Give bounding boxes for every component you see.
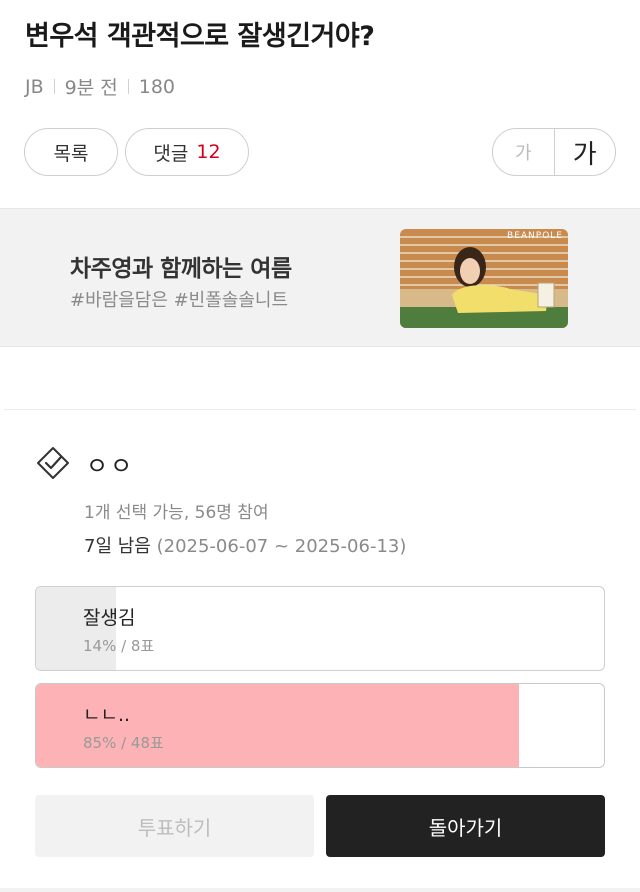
poll-option-stat: 14% / 8표 <box>83 637 155 655</box>
poll-date-range: (2025-06-07 ~ 2025-06-13) <box>156 536 407 557</box>
back-button[interactable]: 돌아가기 <box>326 795 605 857</box>
ad-photo <box>400 229 568 328</box>
post-meta: JB 9분 전 180 <box>25 73 175 100</box>
section-divider <box>4 409 636 410</box>
check-box-icon <box>35 445 71 481</box>
font-size-toggle: 가 가 <box>492 128 616 176</box>
comment-count: 12 <box>196 141 221 163</box>
poll-remaining: 7일 남음 <box>84 536 151 557</box>
font-size-large-label: 가 <box>572 139 597 170</box>
comment-button-label: 댓글 <box>153 142 189 165</box>
poll-option-label: ㄴㄴ.. <box>83 704 131 726</box>
list-button[interactable]: 목록 <box>24 128 118 176</box>
font-size-small-label: 가 <box>514 143 532 164</box>
ad-banner[interactable]: 차주영과 함께하는 여름 #바람을담은 #빈폴솔솔니트 BEANPOLE <box>0 208 640 347</box>
back-button-label: 돌아가기 <box>428 815 503 840</box>
vote-button[interactable]: 투표하기 <box>35 795 314 857</box>
post-author[interactable]: JB <box>25 76 44 98</box>
poll-option[interactable]: ㄴㄴ.. 85% / 48표 <box>35 683 605 768</box>
post-time: 9분 전 <box>64 77 118 99</box>
bottom-divider <box>0 888 640 892</box>
list-button-label: 목록 <box>53 142 89 165</box>
post-views: 180 <box>138 75 175 98</box>
post-title: 변우석 객관적으로 잘생긴거야? <box>25 21 375 52</box>
vote-button-label: 투표하기 <box>137 815 212 840</box>
comment-button[interactable]: 댓글 12 <box>125 128 249 176</box>
poll-period: 7일 남음 (2025-06-07 ~ 2025-06-13) <box>84 532 406 558</box>
poll-option[interactable]: 잘생김 14% / 8표 <box>35 586 605 671</box>
poll-option-stat: 85% / 48표 <box>83 734 164 752</box>
ad-tags: #바람을담은 #빈폴솔솔니트 <box>70 290 289 311</box>
font-size-small-button[interactable]: 가 <box>493 129 555 175</box>
ad-title: 차주영과 함께하는 여름 <box>70 256 292 282</box>
meta-divider <box>53 79 55 94</box>
poll-option-label: 잘생김 <box>83 607 136 629</box>
ad-image[interactable]: BEANPOLE <box>400 229 568 328</box>
font-size-large-button[interactable]: 가 <box>555 129 616 175</box>
ad-brand-label: BEANPOLE <box>507 231 563 241</box>
poll-info: 1개 선택 가능, 56명 참여 <box>84 503 269 523</box>
meta-divider <box>127 79 129 94</box>
poll-title: ㅇㅇ <box>86 452 135 480</box>
